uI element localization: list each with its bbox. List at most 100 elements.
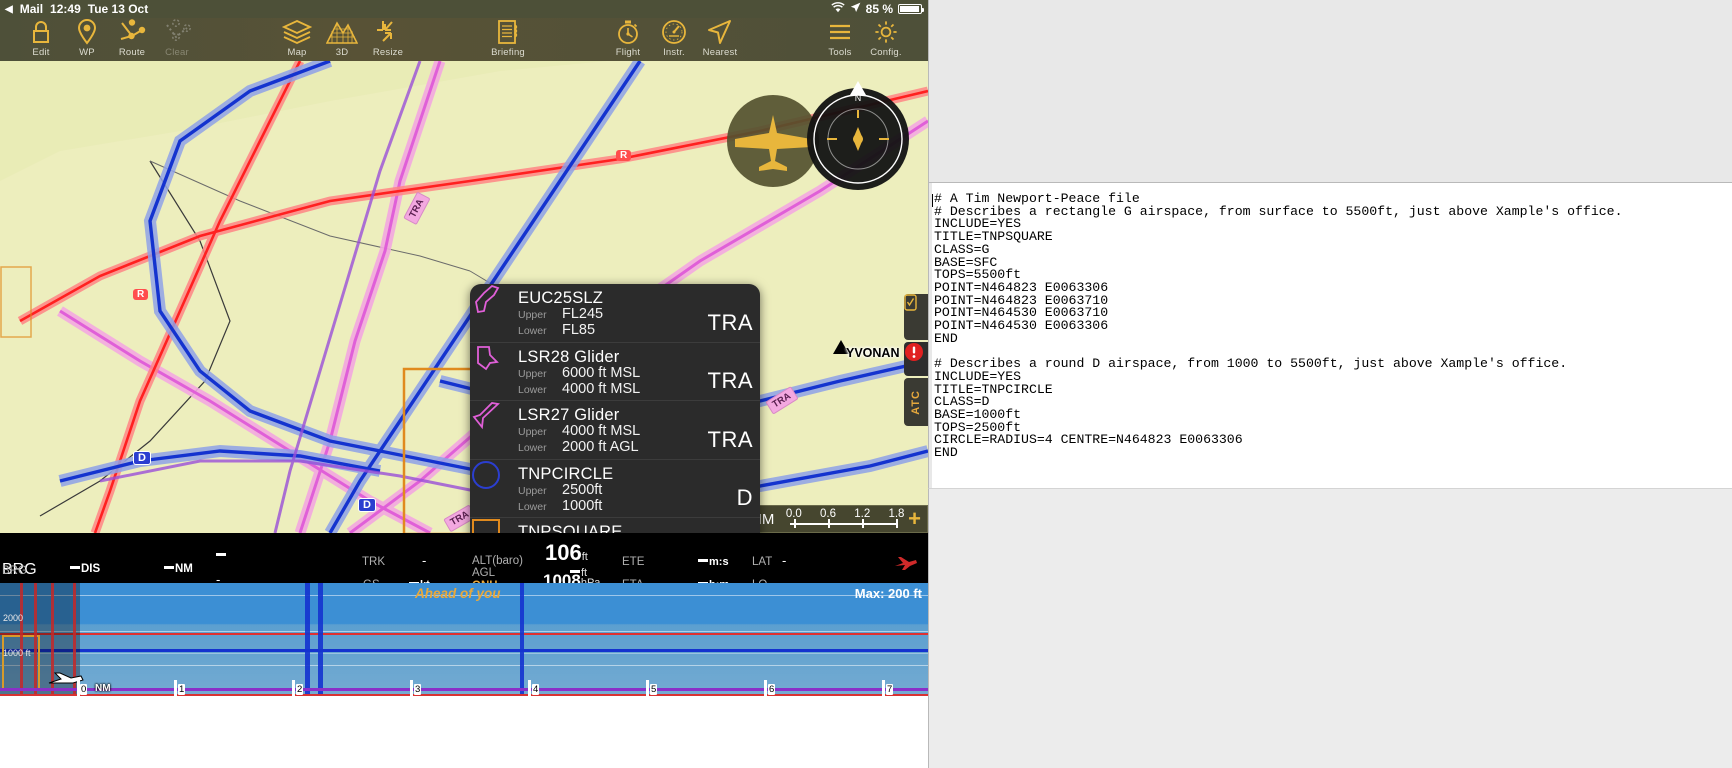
toolbar-button-clear[interactable]: Clear [148, 18, 206, 61]
toolbar-button-briefing[interactable]: Briefing [479, 18, 537, 61]
dis-value [70, 566, 80, 570]
airspace-row[interactable]: TNPCIRCLE Upper 2500ft Lower 1000ft D [470, 460, 760, 518]
toolbar-button-resize[interactable]: Resize [359, 18, 417, 61]
status-date: Tue 13 Oct [87, 2, 149, 16]
airspace-name: TNPCIRCLE [518, 464, 614, 483]
airspace-shape-icon [476, 345, 516, 401]
map-tag-r: R [616, 150, 632, 161]
upper-label: Upper [518, 484, 547, 497]
profile-ahead-label: Ahead of you [415, 586, 501, 601]
airspace-class: TRA [707, 368, 753, 393]
svg-text:N: N [855, 93, 862, 103]
wifi-icon [830, 2, 845, 16]
gauge-icon [661, 18, 687, 46]
hamburger-icon [827, 18, 853, 46]
route-icon [118, 18, 146, 46]
editor-text-caret [932, 194, 933, 207]
lower-label: Lower [518, 383, 547, 396]
alt-value: 106 [545, 540, 582, 565]
airspace-row[interactable]: EUC25SLZ Upper FL245 Lower FL85 TRA [470, 284, 760, 343]
upper-value: 2500ft [562, 481, 603, 498]
profile-tick-label: 2 [296, 684, 304, 695]
lower-label: Lower [518, 325, 547, 337]
upper-label: Upper [518, 309, 547, 321]
back-app-label[interactable]: Mail [20, 2, 43, 16]
toolbar-label: Clear [165, 47, 189, 58]
toolbar-label: Edit [32, 47, 50, 58]
airspace-name: EUC25SLZ [518, 289, 604, 307]
mid-dash-top [216, 553, 226, 557]
gear-icon [873, 18, 899, 46]
airspace-name: LSR27 Glider [518, 406, 620, 424]
profile-tick-label: 4 [532, 684, 540, 695]
desktop-background-left [0, 696, 928, 768]
lat-label: LAT [752, 556, 773, 568]
airspace-row[interactable]: LSR28 Glider Upper 6000 ft MSL Lower 4000 … [470, 343, 760, 401]
profile-alt-label: 2000 [3, 613, 24, 623]
airspace-shape-icon [472, 402, 516, 459]
airspace-info-popup[interactable]: EUC25SLZ Upper FL245 Lower FL85 TRA LSR28 … [470, 284, 760, 533]
map-tag-d: D [133, 451, 151, 465]
stopwatch-icon [615, 18, 641, 46]
scale-ruler: 0.0 0.6 1.2 1.8 [786, 508, 904, 532]
toolbar-label: Instr. [663, 47, 685, 58]
editor-bottom-chrome [928, 488, 1732, 768]
lower-value: 2000 ft AGL [562, 439, 639, 455]
sidetab-atc-label: ATC [910, 389, 922, 415]
app-toolbar: Edit WP Route Clear Map 3D Resize Briefi… [0, 18, 928, 61]
toolbar-button-nearest[interactable]: Nearest [691, 18, 749, 61]
airspace-shape-icon [475, 284, 516, 342]
profile-alt-label: 1000 ft [3, 648, 31, 658]
sidetab-atc[interactable]: ATC [904, 378, 928, 426]
sidetab-warning[interactable] [904, 342, 928, 376]
lat-value: - [782, 553, 787, 568]
terrain-profile-view[interactable]: Ahead of you Max: 200 ft 2000 1000 ft 0 … [0, 583, 928, 696]
text-editor-window[interactable]: # A Tim Newport-Peace file # Describes a… [928, 0, 1732, 768]
navarrow-icon [706, 18, 734, 46]
map-tag-d: D [358, 498, 376, 512]
lower-value: 1000ft [562, 497, 603, 514]
upper-value: 6000 ft MSL [562, 364, 641, 381]
toolbar-label: Resize [372, 47, 404, 58]
profile-tick-label: 0 [80, 684, 88, 695]
plane-red-icon [894, 555, 918, 576]
profile-max-label: Max: 200 ft [854, 586, 922, 601]
toolbar-label: WP [79, 47, 95, 58]
toolbar-label: Briefing [491, 47, 525, 58]
back-arrow-icon[interactable]: ◀ [5, 4, 13, 15]
toolbar-label: Nearest [702, 47, 738, 58]
profile-tick-label: 7 [886, 684, 894, 695]
toolbar-label: Tools [828, 47, 852, 58]
brg-label-text: BRG [2, 565, 27, 577]
profile-distance-unit: NM [95, 683, 111, 694]
nm-value [164, 566, 174, 570]
profile-tick-label: 5 [650, 684, 658, 695]
airspace-class: D [736, 485, 753, 510]
toolbar-button-config[interactable]: Config. [857, 18, 915, 61]
editor-text-content[interactable]: # A Tim Newport-Peace file # Describes a… [932, 183, 1732, 488]
lower-label: Lower [518, 442, 547, 454]
airspace-class: TRA [707, 426, 753, 452]
checklist-icon [904, 294, 917, 311]
moving-map[interactable]: N TRA TRA TRA R R D D YVONAN ATC EUC25SL… [0, 61, 928, 533]
clear-icon [163, 18, 191, 46]
airspace-row[interactable]: LSR27 Glider Upper 4000 ft MSL Lower 2000 … [470, 401, 760, 460]
toolbar-label: Route [118, 47, 146, 58]
editor-top-chrome [928, 0, 1732, 183]
zoom-in-button[interactable]: + [908, 508, 921, 530]
battery-percent-label: 85 % [865, 2, 893, 16]
dis-label: DIS [81, 563, 101, 575]
upper-label: Upper [518, 367, 547, 380]
airspace-row[interactable]: TNPSQUARE Upper5500ft LowerSFC G [470, 518, 760, 533]
toolbar-label: Map [287, 47, 307, 58]
lower-value: 4000 ft MSL [562, 380, 641, 397]
upper-value: FL245 [562, 306, 604, 322]
location-arrow-icon [850, 2, 861, 16]
sidetab-checklist[interactable] [904, 294, 928, 340]
map-tag-r: R [133, 289, 149, 300]
profile-tick-label: 1 [178, 684, 186, 695]
status-time: 12:49 [50, 2, 81, 16]
trk-label: TRK [362, 556, 385, 568]
ete-unit: m:s [709, 556, 729, 568]
alt-unit: ft [581, 551, 588, 563]
